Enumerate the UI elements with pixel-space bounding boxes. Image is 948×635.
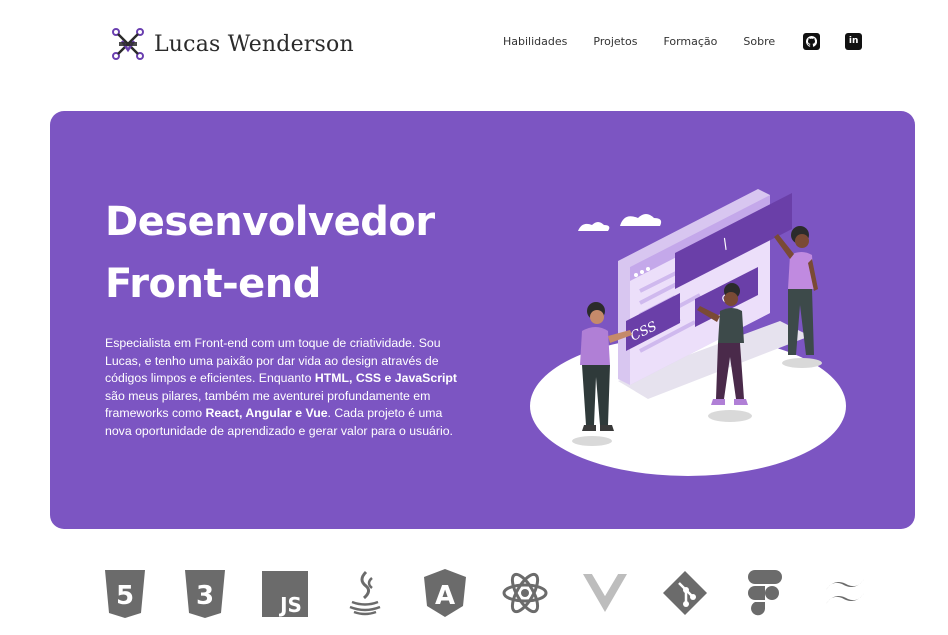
css3-icon: 3	[180, 566, 230, 620]
svg-text:5: 5	[116, 581, 134, 611]
hero-title: Desenvolvedor Front-end	[105, 191, 435, 315]
react-icon	[500, 566, 550, 620]
nav-link-habilidades[interactable]: Habilidades	[503, 35, 567, 48]
hero-description: Especialista em Front-end com um toque d…	[105, 335, 465, 441]
svg-text:JS: JS	[278, 593, 302, 617]
git-icon	[660, 566, 710, 620]
tech-stack-bar: 5 3 JS A	[100, 565, 870, 621]
nav-link-sobre[interactable]: Sobre	[743, 35, 775, 48]
svg-text:3: 3	[196, 581, 214, 611]
vue-icon	[580, 566, 630, 620]
github-icon[interactable]	[803, 33, 821, 50]
hero-title-line1: Desenvolvedor	[105, 199, 435, 245]
cloud-icon	[578, 214, 662, 231]
javascript-icon: JS	[260, 566, 310, 620]
github-glyph-icon	[806, 36, 818, 47]
brand-logo[interactable]: Lucas Wenderson	[108, 24, 354, 64]
nav-link-formacao[interactable]: Formação	[663, 35, 717, 48]
desc-bold-1: HTML, CSS e JavaScript	[314, 371, 458, 386]
nav-link-projetos[interactable]: Projetos	[593, 35, 637, 48]
tailwind-icon	[820, 566, 870, 620]
linkedin-icon[interactable]: in	[845, 33, 863, 50]
figma-icon	[740, 566, 790, 620]
desc-bold-2: React, Angular e Vue	[205, 406, 328, 421]
html5-icon: 5	[100, 566, 150, 620]
developers-illustration: / CSS C#	[530, 189, 846, 476]
logo-mark-icon	[112, 28, 144, 60]
linkedin-glyph: in	[848, 36, 859, 46]
angular-icon: A	[420, 566, 470, 620]
hero-section: Desenvolvedor Front-end Especialista em …	[50, 111, 915, 529]
svg-text:A: A	[435, 581, 455, 611]
main-nav: Habilidades Projetos Formação Sobre in	[503, 33, 863, 50]
java-icon	[340, 566, 390, 620]
brand-name: Lucas Wenderson	[154, 31, 354, 57]
hero-title-line2: Front-end	[105, 261, 321, 307]
site-header: Lucas Wenderson Habilidades Projetos For…	[0, 0, 948, 90]
